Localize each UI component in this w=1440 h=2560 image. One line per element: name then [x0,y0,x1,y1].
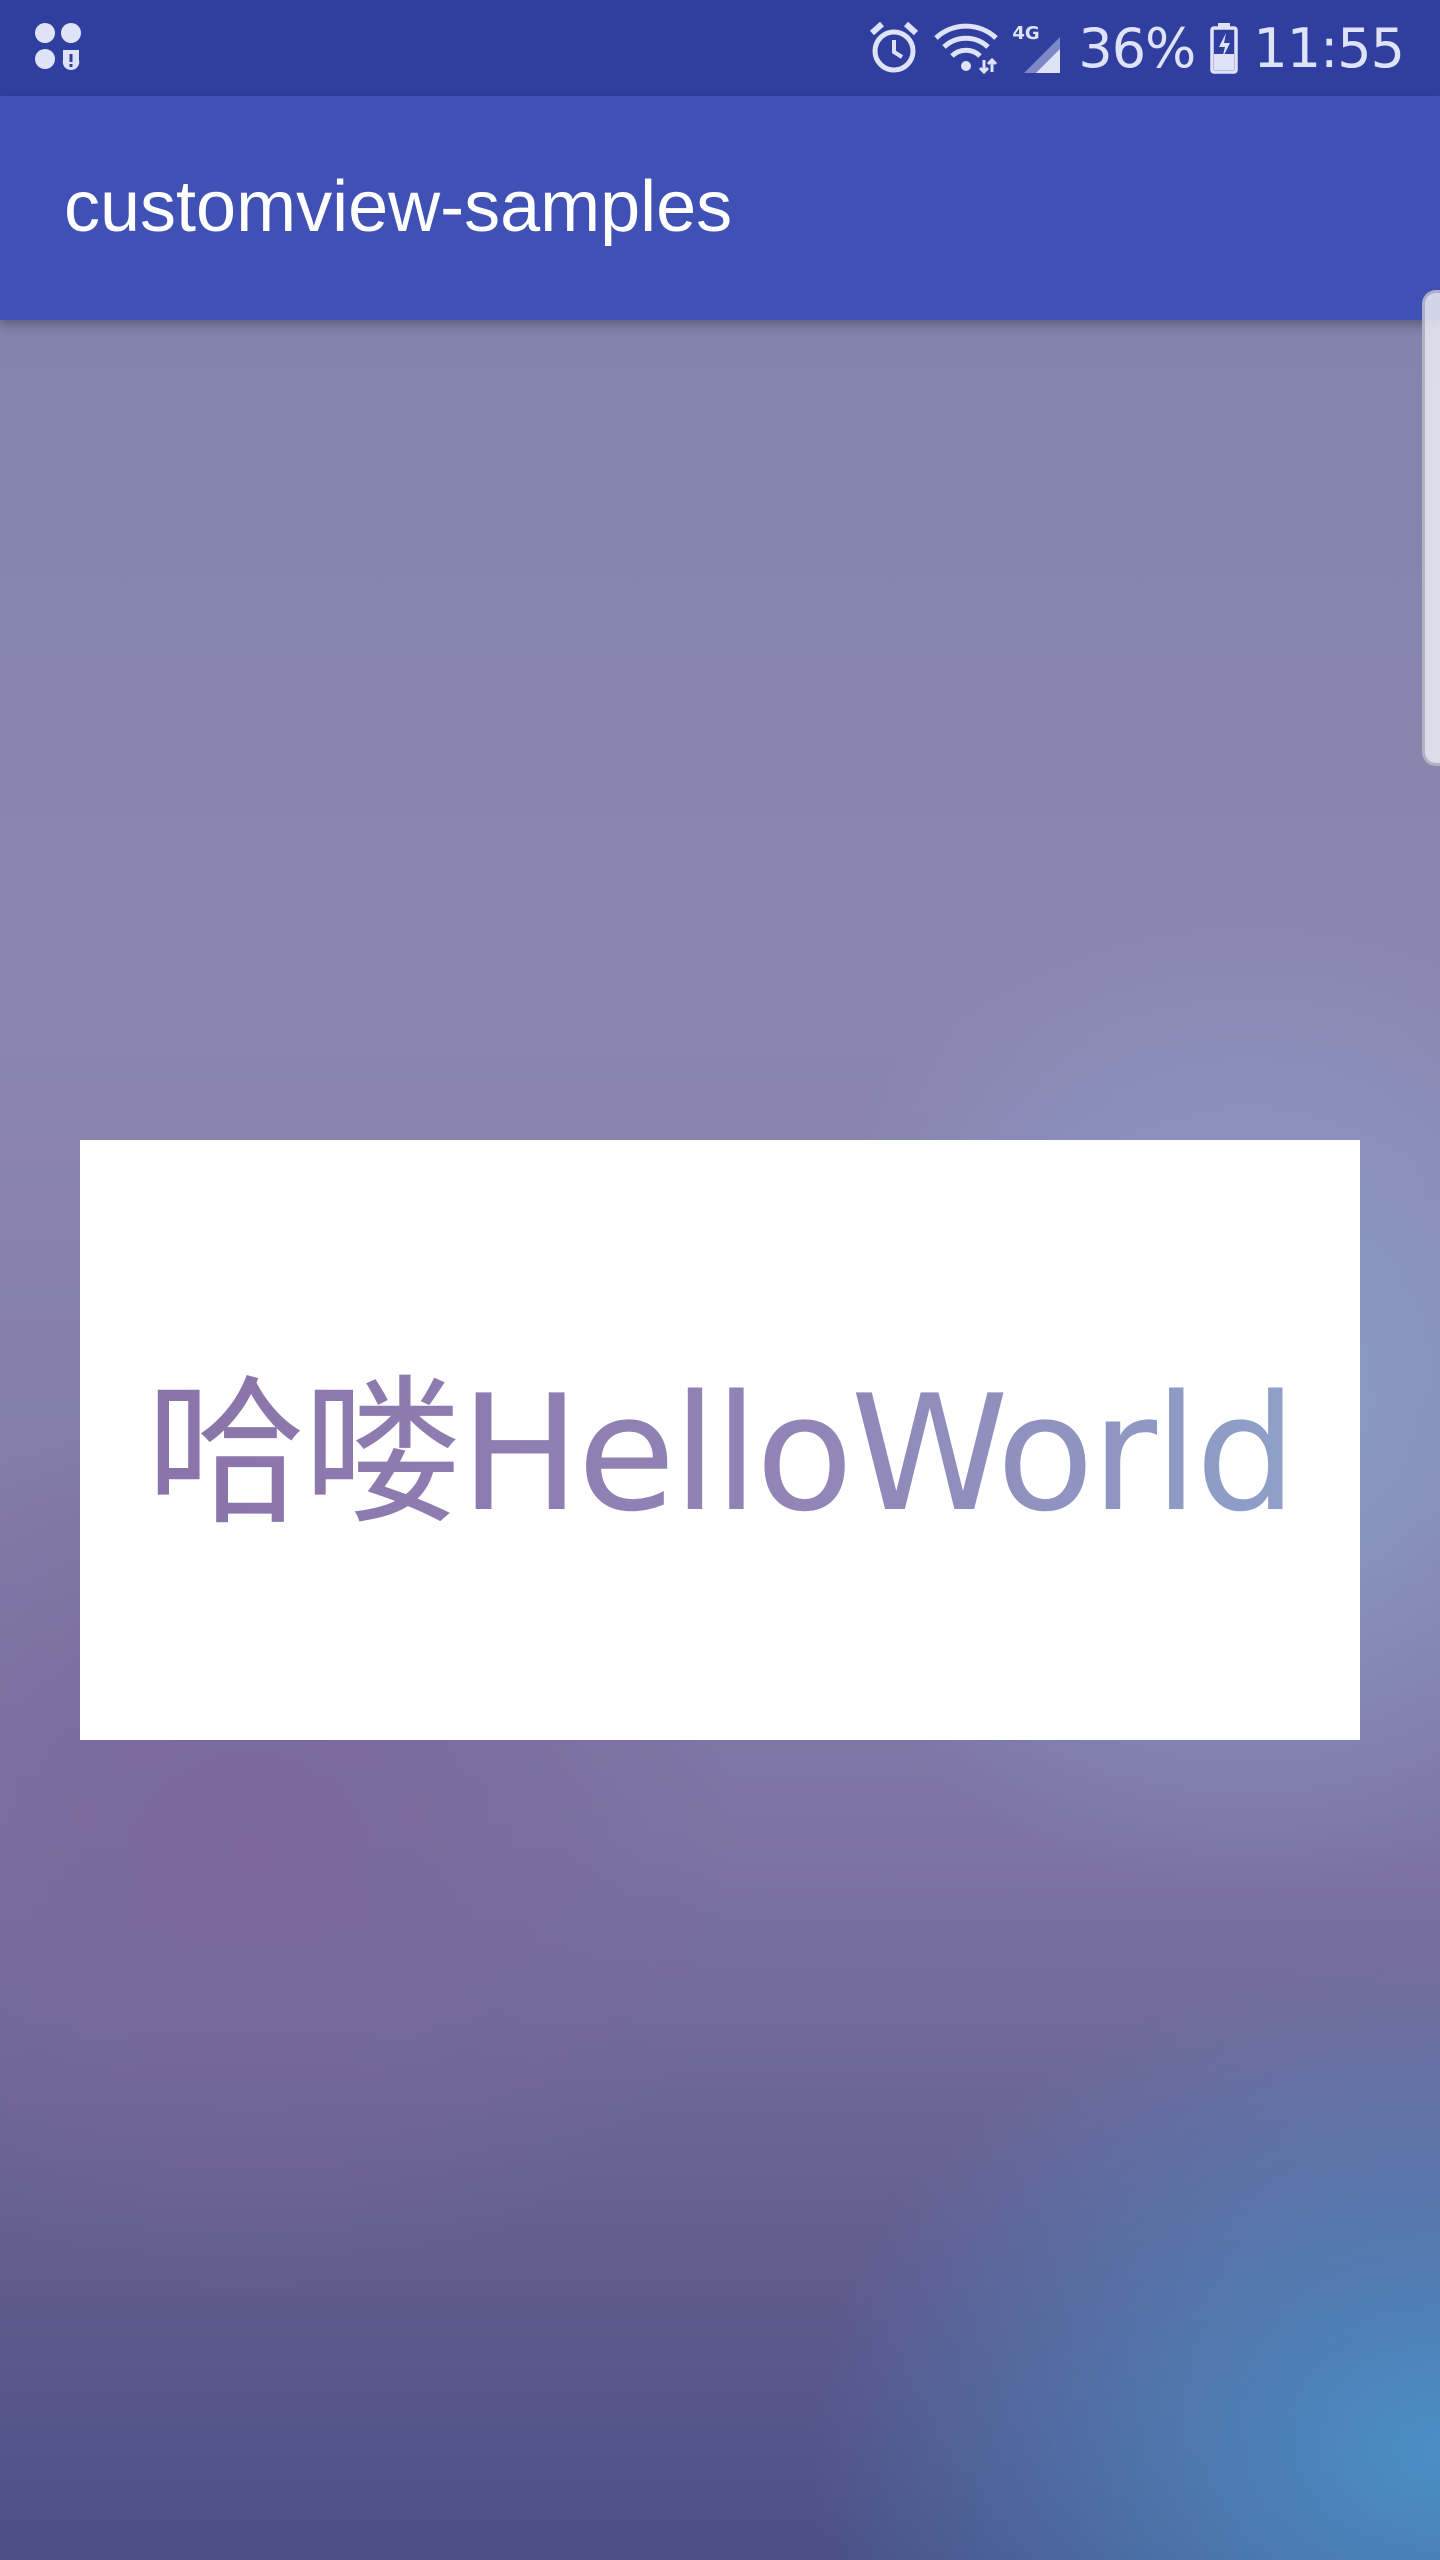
custom-view-text: 哈喽HelloWorld [146,1324,1297,1556]
status-right-group: 4G 36% 11:55 [868,0,1405,96]
notification-grid-icon [34,22,84,72]
battery-percent: 36% [1078,16,1196,80]
app-bar: customview-samples [0,96,1440,320]
edge-panel-handle[interactable] [1422,290,1440,766]
wifi-icon [934,22,999,74]
battery-charging-icon [1209,21,1239,75]
custom-view-card: 哈喽HelloWorld [80,1140,1360,1740]
status-bar: 4G 36% 11:55 [0,0,1440,96]
screen: 4G 36% 11:55 customview-samples 哈喽HelloW… [0,0,1440,2560]
app-title: customview-samples [64,167,733,247]
cell-signal-icon: 4G [1012,21,1064,75]
alarm-clock-icon [868,21,920,75]
clock: 11:55 [1253,16,1405,80]
